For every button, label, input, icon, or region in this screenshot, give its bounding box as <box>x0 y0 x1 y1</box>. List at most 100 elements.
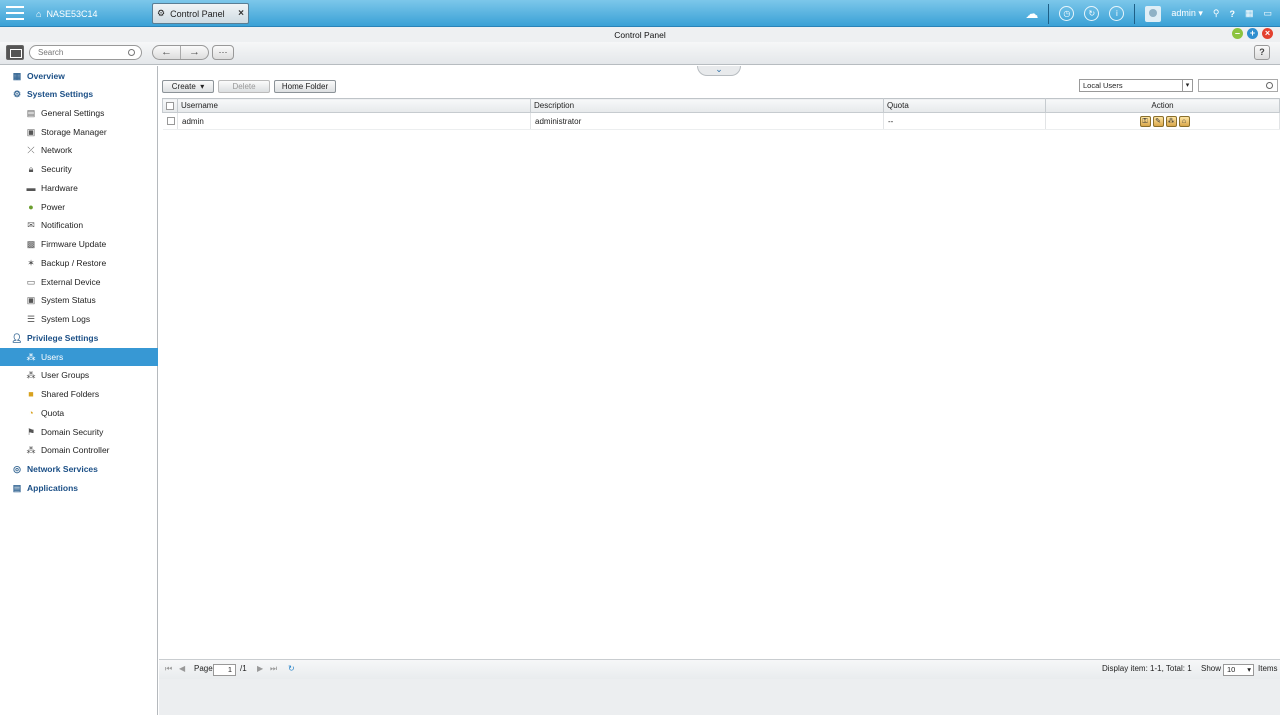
tab-control-panel[interactable]: ⚙ Control Panel × <box>152 3 249 24</box>
sidebar-item-label: Notification <box>41 220 84 230</box>
dashboard-icon[interactable]: ▭ <box>1263 8 1272 19</box>
sidebar-item-security[interactable]: 🔒︎ Security <box>0 160 158 178</box>
sidebar-item-label: Backup / Restore <box>41 258 107 268</box>
filter-input[interactable] <box>1198 79 1278 92</box>
sidebar-item-backup-restore[interactable]: ✶ Backup / Restore <box>0 254 158 272</box>
edit-profile-icon[interactable]: ✎ <box>1152 115 1164 127</box>
sidebar-item-storage-manager[interactable]: ▣ Storage Manager <box>0 123 158 141</box>
cell-username: admin <box>177 112 531 130</box>
back-button[interactable]: ← <box>153 46 181 59</box>
info-icon[interactable]: i <box>1109 6 1125 21</box>
refresh-icon[interactable]: ↻ <box>1084 6 1100 21</box>
top-bar: ⌂ NASE53C14 ⚙ Control Panel × ☁ ◷ ↻ i ad… <box>0 0 1280 27</box>
username-label: admin <box>1171 8 1196 18</box>
cell-description: administrator <box>530 112 884 130</box>
sidebar-item-user-groups[interactable]: ⁂ User Groups <box>0 366 158 384</box>
history-nav: ← → <box>152 45 209 60</box>
row-checkbox[interactable] <box>166 117 175 126</box>
sidebar-item-shared-folders[interactable]: ■ Shared Folders <box>0 385 158 403</box>
select-all-header[interactable] <box>162 98 178 113</box>
user-type-value: Local Users <box>1083 81 1123 90</box>
help-button[interactable]: ? <box>1254 45 1270 60</box>
table-header-row: Username Description Quota Action <box>162 98 1280 113</box>
search-icon[interactable]: ⚲ <box>1213 8 1220 19</box>
app-grid-button[interactable]: ⋯ <box>212 45 234 60</box>
gear-icon: ⚙ <box>157 8 166 18</box>
apps-grid-icon[interactable]: ▦ <box>1245 8 1254 19</box>
help-icon[interactable]: ? <box>1229 9 1235 19</box>
forward-button[interactable]: → <box>181 46 208 59</box>
sidebar-item-domain-controller[interactable]: ⁂ Domain Controller <box>0 441 158 459</box>
sidebar-item-label: System Settings <box>27 89 94 99</box>
collapse-panel-handle[interactable]: ⌄ <box>697 65 741 76</box>
edit-group-icon[interactable]: ⁂ <box>1165 115 1177 127</box>
page-number-input[interactable]: 1 <box>213 664 236 676</box>
maximize-button[interactable]: + <box>1247 28 1258 39</box>
last-page-icon[interactable]: ⏭ <box>270 664 277 674</box>
first-page-icon[interactable]: ⏮ <box>165 664 172 674</box>
home-folder-label: Home Folder <box>281 82 329 91</box>
column-header-username[interactable]: Username <box>177 98 531 113</box>
home-folder-button[interactable]: Home Folder <box>274 80 336 93</box>
sidebar-item-notification[interactable]: ✉ Notification <box>0 216 158 234</box>
column-header-description[interactable]: Description <box>530 98 884 113</box>
refresh-icon[interactable]: ↻ <box>288 664 295 673</box>
next-page-icon[interactable]: ▶ <box>257 664 263 673</box>
sidebar-item-label: Network Services <box>27 464 98 474</box>
cloud-icon[interactable]: ☁ <box>1025 6 1038 22</box>
folder-icon: ■ <box>28 389 34 399</box>
bulb-icon: ● <box>28 202 34 212</box>
background-tasks-icon[interactable]: ◷ <box>1059 6 1075 21</box>
domain-security-icon: ⚑ <box>26 426 36 437</box>
sidebar-item-privilege-settings[interactable]: 👤︎ Privilege Settings <box>0 329 158 347</box>
avatar[interactable] <box>1145 5 1162 22</box>
row-select-cell[interactable] <box>162 112 178 130</box>
select-all-checkbox[interactable] <box>166 101 174 110</box>
sidebar-toggle-button[interactable] <box>6 45 24 60</box>
home-tab[interactable]: ⌂ NASE53C14 <box>36 4 97 23</box>
sidebar-item-system-logs[interactable]: ☰ System Logs <box>0 310 158 328</box>
user-type-select[interactable]: Local Users ▾ <box>1079 79 1193 92</box>
table-row[interactable]: admin administrator -- ⚿ ✎ ⁂ ⌂ <box>162 112 1280 130</box>
folder-permission-icon[interactable]: ⌂ <box>1178 115 1190 127</box>
create-button[interactable]: Create ▾ <box>162 80 214 93</box>
gear-icon: ⚙ <box>12 88 22 99</box>
previous-page-icon[interactable]: ◀ <box>179 664 185 673</box>
main-menu-button[interactable] <box>6 6 24 21</box>
minimize-button[interactable]: – <box>1232 28 1243 39</box>
chevron-down-icon: ▾ <box>1247 665 1251 674</box>
quota-icon: ◔ <box>28 408 34 418</box>
close-tab-icon[interactable]: × <box>238 8 244 19</box>
user-menu[interactable]: admin ▾ <box>1171 8 1203 19</box>
sidebar-item-system-settings[interactable]: ⚙ System Settings <box>0 85 158 103</box>
sidebar-item-firmware-update[interactable]: ▩ Firmware Update <box>0 235 158 253</box>
home-icon: ⌂ <box>36 8 42 19</box>
sidebar-item-external-device[interactable]: ▭ External Device <box>0 273 158 291</box>
sidebar-item-label: Shared Folders <box>41 389 100 399</box>
sidebar-item-label: External Device <box>41 277 101 287</box>
sidebar-item-overview[interactable]: ▦ Overview <box>0 67 158 85</box>
sidebar-item-label: Security <box>41 164 72 174</box>
sidebar-item-network[interactable]: ⤫ Network <box>0 141 158 159</box>
sidebar-item-users[interactable]: ⁂ Users <box>0 348 158 366</box>
sidebar-item-system-status[interactable]: ▣ System Status <box>0 291 158 309</box>
sidebar-item-hardware[interactable]: ▬ Hardware <box>0 179 158 197</box>
column-header-quota[interactable]: Quota <box>883 98 1046 113</box>
delete-button[interactable]: Delete <box>218 80 270 93</box>
device-name: NASE53C14 <box>46 8 98 19</box>
items-label: Items <box>1258 664 1278 673</box>
page-size-select[interactable]: 10 ▾ <box>1223 664 1254 676</box>
user-groups-icon: ⁂ <box>26 369 36 380</box>
cell-action: ⚿ ✎ ⁂ ⌂ <box>1045 112 1280 130</box>
sidebar-item-network-services[interactable]: ◎ Network Services <box>0 460 158 478</box>
sidebar-item-quota[interactable]: ◔ Quota <box>0 404 158 422</box>
globe-icon: ◎ <box>13 463 21 474</box>
storage-icon: ▣ <box>26 126 36 137</box>
sidebar-item-power[interactable]: ● Power <box>0 198 158 216</box>
close-window-button[interactable]: × <box>1262 28 1273 39</box>
sidebar-item-applications[interactable]: ▤ Applications <box>0 479 158 497</box>
change-password-icon[interactable]: ⚿ <box>1139 115 1151 127</box>
sidebar-item-domain-security[interactable]: ⚑ Domain Security <box>0 423 158 441</box>
sidebar-item-general-settings[interactable]: ▤ General Settings <box>0 104 158 122</box>
search-input[interactable] <box>29 45 142 60</box>
